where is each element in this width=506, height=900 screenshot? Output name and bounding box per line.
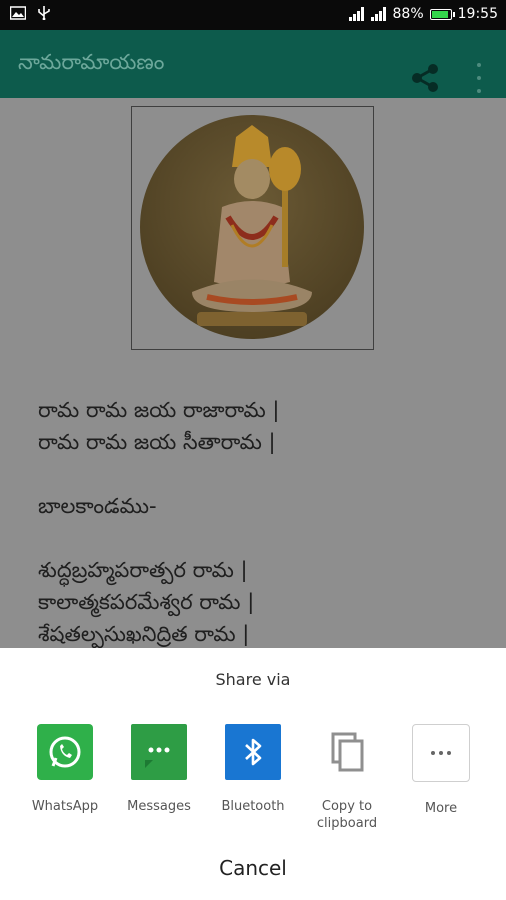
verse-line: రామ రామ జయ సీతారామ | <box>38 430 276 454</box>
verse-gap <box>38 522 478 554</box>
more-vert-button[interactable] <box>472 63 486 93</box>
status-bar: 88% 19:55 <box>0 0 506 30</box>
share-label: More <box>424 801 458 816</box>
share-sheet-title: Share via <box>215 670 291 689</box>
verse-gap <box>38 458 478 490</box>
messages-icon <box>131 724 187 780</box>
share-label: Bluetooth <box>221 799 285 814</box>
signal-icon-2 <box>370 7 386 21</box>
share-icon <box>412 64 438 92</box>
hanuman-image <box>131 106 374 350</box>
verse-line: శుద్ధబ్రహ్మపరాత్పర రామ | <box>38 558 248 582</box>
share-label: Copy to clipboard <box>316 799 378 831</box>
share-label: Messages <box>127 799 191 814</box>
content-area: రామ రామ జయ రాజారామ | రామ రామ జయ సీతారామ … <box>0 98 506 648</box>
share-button[interactable] <box>408 61 442 95</box>
share-label: WhatsApp <box>31 799 99 814</box>
app-title: నామరామాయణం <box>18 50 165 74</box>
section-heading: బాలకాండము- <box>38 494 157 518</box>
copy-icon <box>319 724 375 780</box>
share-messages[interactable]: Messages <box>112 724 206 815</box>
share-copy-clipboard[interactable]: Copy to clipboard <box>300 724 394 832</box>
signal-icon <box>348 7 364 21</box>
bluetooth-icon <box>225 724 281 780</box>
cancel-button[interactable]: Cancel <box>0 856 506 880</box>
share-whatsapp[interactable]: WhatsApp <box>18 724 112 815</box>
share-targets: WhatsApp Messages Bluetooth Copy to clip… <box>0 724 506 834</box>
more-icon <box>412 724 470 782</box>
battery-icon <box>429 8 455 20</box>
share-more[interactable]: More <box>394 724 488 817</box>
verse-line: కాలాత్మకపరమేశ్వర రామ | <box>38 590 255 614</box>
share-sheet: Share via WhatsApp Messages Bluetooth Co… <box>0 648 506 900</box>
verse-list: రామ రామ జయ రాజారామ | రామ రామ జయ సీతారామ … <box>38 394 478 648</box>
verse-line: శేషతల్పసుఖనిద్రిత రామ | <box>38 622 250 646</box>
app-bar: నామరామాయణం <box>0 30 506 98</box>
verse-line: రామ రామ జయ రాజారామ | <box>38 398 280 422</box>
battery-percent: 88% <box>392 6 424 22</box>
share-bluetooth[interactable]: Bluetooth <box>206 724 300 815</box>
whatsapp-icon <box>37 724 93 780</box>
clock: 19:55 <box>457 6 498 22</box>
image-icon <box>10 6 26 20</box>
usb-icon <box>38 6 50 20</box>
